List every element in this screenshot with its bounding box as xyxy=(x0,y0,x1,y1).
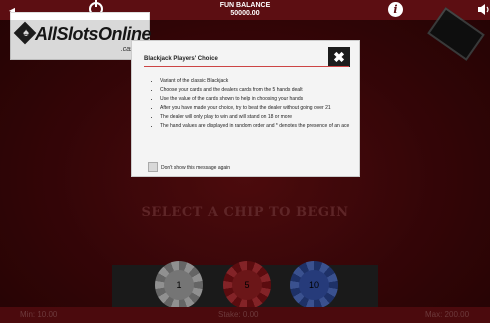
modal-title: Blackjack Players' Choice xyxy=(144,56,218,62)
bottom-bar: Min: 10.00 Stake: 0.00 Max: 200.00 xyxy=(0,307,490,323)
rule-item: Use the value of the cards shown to help… xyxy=(160,96,352,103)
close-button[interactable]: ✖ xyxy=(328,47,350,67)
balance-label: FUN BALANCE xyxy=(219,2,271,9)
rule-item: The hand values are displayed in random … xyxy=(160,123,352,130)
rules-list: Variant of the classic Blackjack Choose … xyxy=(152,78,352,132)
close-icon: ✖ xyxy=(333,49,345,65)
max-bet: Max: 200.00 xyxy=(425,310,470,319)
min-bet: Min: 10.00 xyxy=(20,310,58,319)
rule-item: Choose your cards and the dealers cards … xyxy=(160,87,352,94)
rule-item: Variant of the classic Blackjack xyxy=(160,78,352,85)
dont-show-checkbox[interactable] xyxy=(148,162,158,172)
balance-value: 50000.00 xyxy=(230,10,260,17)
title-divider xyxy=(144,66,349,67)
rule-item: After you have made your choice, try to … xyxy=(160,105,352,112)
rule-item: The dealer will only play to win and wil… xyxy=(160,114,352,121)
rules-modal: Blackjack Players' Choice ✖ Variant of t… xyxy=(131,40,360,177)
stake: Stake: 0.00 xyxy=(218,310,259,319)
game-stage: ◂ FUN BALANCE 50000.00 i ♠ AllSlotsOnlin… xyxy=(0,0,490,323)
info-icon[interactable]: i xyxy=(388,2,403,17)
sound-icon[interactable] xyxy=(477,3,490,16)
balance-display: FUN BALANCE 50000.00 xyxy=(200,2,290,18)
dont-show-label: Don't show this message again xyxy=(161,165,231,171)
